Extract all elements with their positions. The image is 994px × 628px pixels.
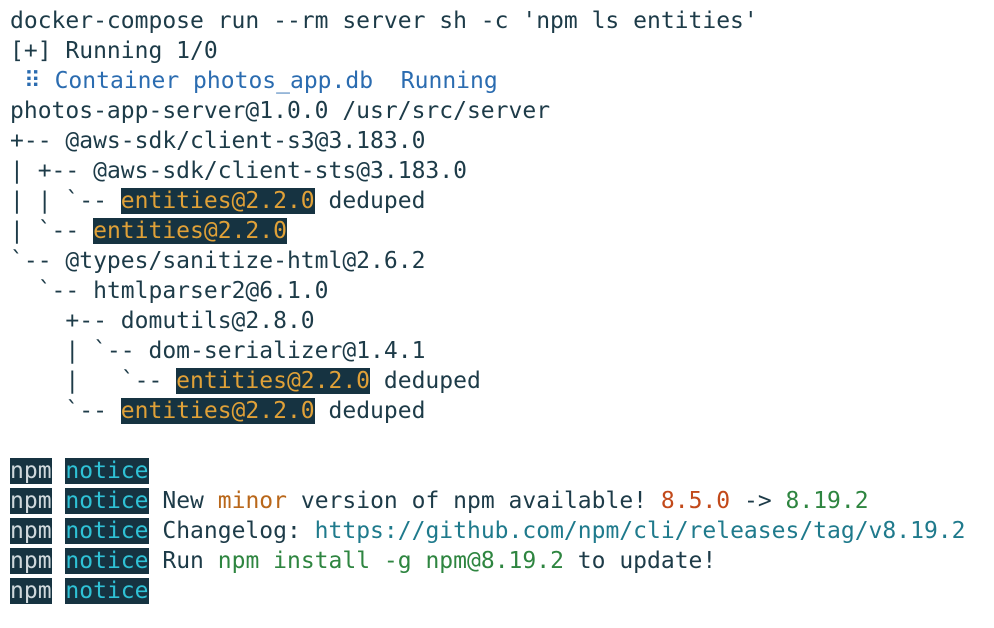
container-status: Running	[400, 68, 498, 94]
tree-line: | `-- dom-serializer@1.4.1	[10, 336, 994, 366]
tree-package: @aws-sdk/client-s3@3.183.0	[65, 128, 426, 154]
container-line: ⠿ Container photos_app.db Running	[10, 66, 994, 96]
tree-prefix: | `--	[10, 368, 177, 394]
tree-prefix: `--	[10, 398, 121, 424]
root-package: photos-app-server@1.0.0 /usr/src/server	[10, 98, 551, 124]
npm-label: npm	[10, 458, 52, 484]
run-suffix: to update!	[563, 548, 717, 574]
highlighted-package: entities@2.2.0	[120, 188, 315, 214]
changelog-label: Changelog:	[148, 518, 315, 544]
tree-line: | `-- entities@2.2.0 deduped	[10, 366, 994, 396]
notice-label: notice	[65, 578, 149, 604]
tree-line: +-- @aws-sdk/client-s3@3.183.0	[10, 126, 994, 156]
highlighted-package: entities@2.2.0	[120, 398, 315, 424]
npm-label: npm	[10, 548, 52, 574]
npm-notice-line: npm notice Changelog: https://github.com…	[10, 516, 994, 546]
tree-prefix: | | `--	[10, 188, 121, 214]
notice-text: New	[148, 488, 218, 514]
tree-prefix: | `--	[10, 218, 94, 244]
tree-line: `-- entities@2.2.0 deduped	[10, 396, 994, 426]
highlighted-package: entities@2.2.0	[93, 218, 287, 244]
npm-notice-line: npm notice	[10, 576, 994, 606]
tree-suffix: deduped	[314, 188, 426, 214]
tree-prefix: +--	[10, 128, 66, 154]
tree-prefix: | +--	[10, 158, 94, 184]
notice-label: notice	[65, 458, 149, 484]
changelog-link[interactable]: https://github.com/npm/cli/releases/tag/…	[315, 518, 966, 544]
tree-line: `-- htmlparser2@6.1.0	[10, 276, 994, 306]
tree-line: | +-- @aws-sdk/client-sts@3.183.0	[10, 156, 994, 186]
tree-package: domutils@2.8.0	[120, 308, 315, 334]
npm-notice-line: npm notice	[10, 456, 994, 486]
old-version: 8.5.0	[660, 488, 731, 514]
running-status: [+] Running 1/0	[10, 38, 218, 64]
spinner-icon: ⠿	[23, 68, 41, 94]
tree-line: `-- @types/sanitize-html@2.6.2	[10, 246, 994, 276]
tree-prefix: +--	[10, 308, 121, 334]
tree-package: htmlparser2@6.1.0	[93, 278, 329, 304]
tree-prefix: `--	[10, 248, 66, 274]
terminal-output: docker-compose run --rm server sh -c 'np…	[10, 6, 994, 606]
dependency-tree: +-- @aws-sdk/client-s3@3.183.0 | +-- @aws…	[10, 126, 994, 426]
tree-package: dom-serializer@1.4.1	[148, 338, 426, 364]
tree-package: @types/sanitize-html@2.6.2	[65, 248, 426, 274]
update-command: npm install -g npm@8.19.2	[217, 548, 564, 574]
command-line: docker-compose run --rm server sh -c 'np…	[10, 8, 758, 34]
npm-label: npm	[10, 518, 52, 544]
highlighted-package: entities@2.2.0	[176, 368, 371, 394]
npm-label: npm	[10, 578, 52, 604]
tree-line: | | `-- entities@2.2.0 deduped	[10, 186, 994, 216]
npm-label: npm	[10, 488, 52, 514]
tree-suffix: deduped	[314, 398, 426, 424]
tree-prefix: | `--	[10, 338, 149, 364]
notice-label: notice	[65, 488, 149, 514]
container-name: Container photos_app.db	[54, 68, 374, 94]
npm-notice-line: npm notice Run npm install -g npm@8.19.2…	[10, 546, 994, 576]
npm-notice-line: npm notice New minor version of npm avai…	[10, 486, 994, 516]
notice-label: notice	[65, 518, 149, 544]
new-version: 8.19.2	[785, 488, 869, 514]
tree-suffix: deduped	[370, 368, 481, 394]
tree-line: | `-- entities@2.2.0	[10, 216, 994, 246]
tree-package: @aws-sdk/client-sts@3.183.0	[93, 158, 467, 184]
tree-line: +-- domutils@2.8.0	[10, 306, 994, 336]
version-arrow: ->	[730, 488, 786, 514]
notice-text: version of npm available!	[287, 488, 661, 514]
notice-minor: minor	[217, 488, 287, 514]
run-label: Run	[148, 548, 218, 574]
tree-prefix: `--	[10, 278, 94, 304]
notice-label: notice	[65, 548, 149, 574]
